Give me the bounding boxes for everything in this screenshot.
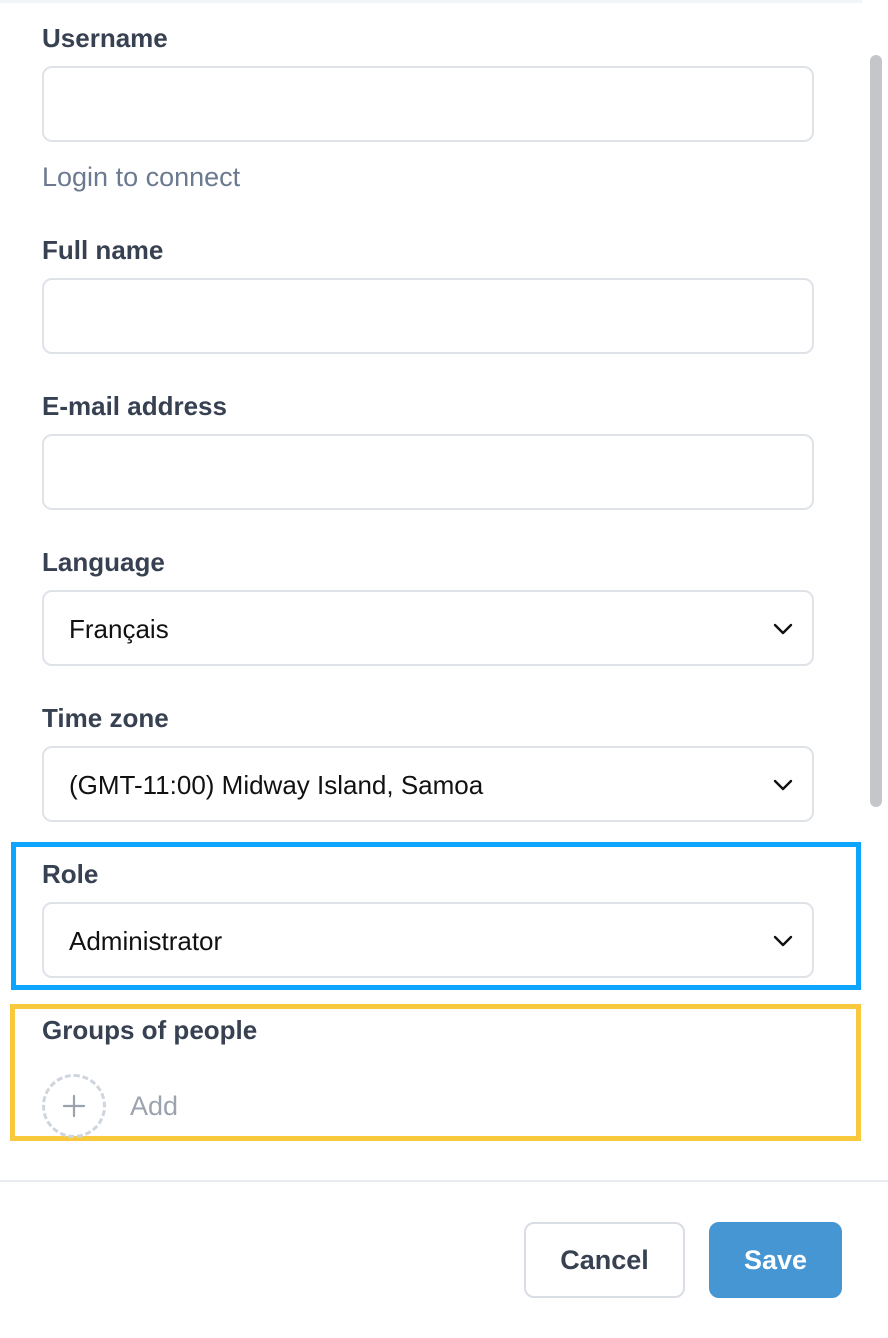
username-hint: Login to connect	[42, 162, 241, 192]
groups-label: Groups of people	[42, 1015, 258, 1045]
role-label: Role	[42, 859, 99, 889]
timezone-label: Time zone	[42, 703, 169, 733]
language-select[interactable]: Français	[42, 590, 814, 666]
add-group-button[interactable]	[42, 1074, 106, 1138]
scrollbar-thumb[interactable]	[870, 55, 882, 807]
chevron-down-icon	[773, 623, 793, 635]
full-name-input[interactable]	[42, 278, 814, 354]
role-select[interactable]: Administrator	[42, 902, 814, 978]
role-select-value: Administrator	[69, 926, 223, 956]
timezone-select-value: (GMT-11:00) Midway Island, Samoa	[69, 770, 484, 800]
chevron-down-icon	[773, 935, 793, 947]
footer-divider	[0, 1180, 888, 1182]
save-button[interactable]: Save	[709, 1222, 842, 1298]
chevron-down-icon	[773, 779, 793, 791]
timezone-select[interactable]: (GMT-11:00) Midway Island, Samoa	[42, 746, 814, 822]
add-group-label[interactable]: Add	[130, 1090, 178, 1122]
top-divider	[0, 0, 862, 3]
language-select-value: Français	[69, 614, 169, 644]
language-label: Language	[42, 547, 165, 577]
plus-icon	[62, 1094, 86, 1118]
username-input[interactable]	[42, 66, 814, 142]
full-name-label: Full name	[42, 235, 164, 265]
username-label: Username	[42, 23, 168, 53]
cancel-button[interactable]: Cancel	[524, 1222, 685, 1298]
email-label: E-mail address	[42, 391, 227, 421]
email-input[interactable]	[42, 434, 814, 510]
